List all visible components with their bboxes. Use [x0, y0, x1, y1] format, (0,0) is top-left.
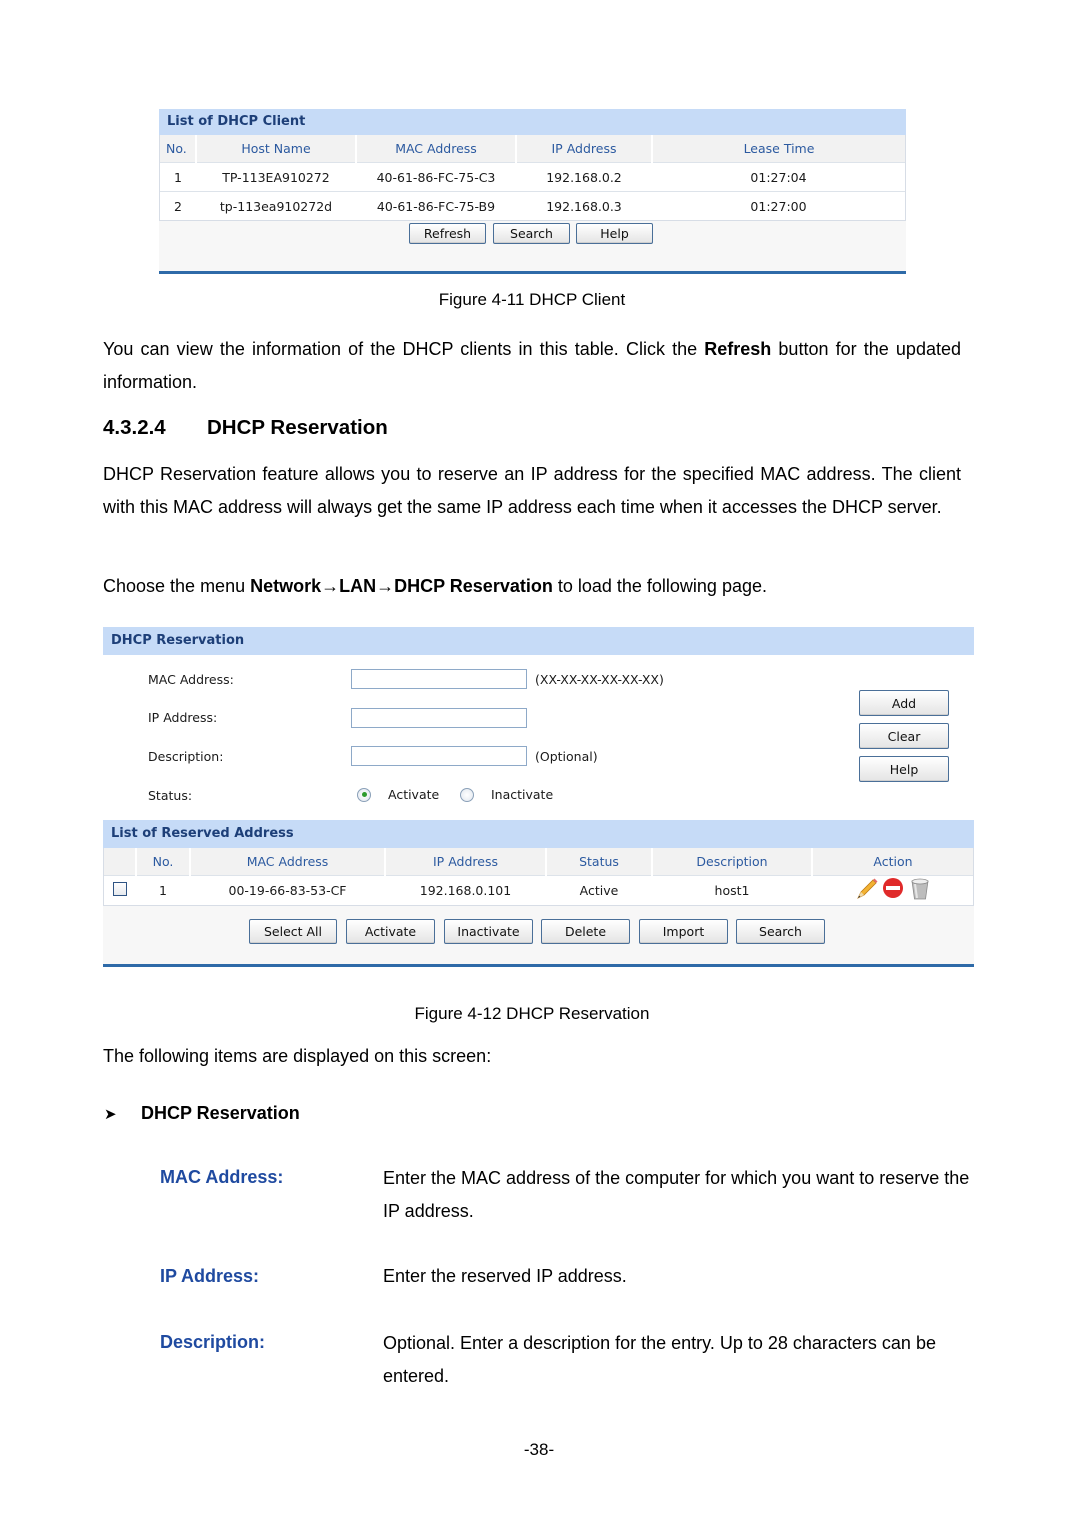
mac-format-hint: (XX-XX-XX-XX-XX-XX): [535, 672, 664, 687]
cell-description: host1: [652, 875, 812, 905]
cell-no: 1: [136, 875, 190, 905]
menu-path: Network→LAN→DHCP Reservation: [250, 576, 553, 596]
activate-button[interactable]: Activate: [346, 919, 435, 944]
radio-selected-icon[interactable]: [357, 787, 371, 802]
paragraph: You can view the information of the DHCP…: [103, 339, 961, 392]
edit-pencil-icon[interactable]: [856, 878, 878, 899]
definition-ip-address: Enter the reserved IP address.: [383, 1266, 627, 1286]
cell-lease: 01:27:00: [652, 191, 905, 220]
ip-label: IP Address:: [148, 710, 218, 725]
import-button[interactable]: Import: [639, 919, 728, 944]
cell-no: 1: [160, 162, 196, 192]
paragraph: DHCP Reservation feature allows you to r…: [103, 464, 961, 517]
cell-ip: 192.168.0.101: [385, 875, 546, 905]
cell-lease: 01:27:04: [652, 162, 905, 192]
column-header: Host Name: [196, 135, 357, 163]
status-inactivate-option[interactable]: Inactivate: [460, 786, 553, 802]
dhcp-reservation-panel: DHCP Reservation MAC Address: (XX-XX-XX-…: [103, 627, 974, 972]
figure-caption: Figure 4-12 DHCP Reservation: [414, 1004, 650, 1023]
search-button[interactable]: Search: [493, 223, 570, 244]
bullet-heading: ➤ DHCP Reservation: [104, 1103, 300, 1123]
column-header: Status: [546, 848, 653, 876]
refresh-button[interactable]: Refresh: [409, 223, 486, 244]
disable-icon[interactable]: [882, 878, 903, 898]
cell-no: 2: [160, 191, 196, 220]
add-button[interactable]: Add: [859, 690, 949, 716]
page-number: -38-: [523, 1440, 555, 1459]
list-title: List of Reserved Address: [103, 820, 974, 848]
term-mac-address: MAC Address:: [160, 1167, 284, 1187]
form-title: DHCP Reservation: [103, 627, 974, 655]
cell-actions: [812, 875, 973, 905]
row-action-icons: [856, 878, 928, 900]
description-input[interactable]: [351, 746, 527, 766]
column-header: [104, 848, 137, 876]
ip-address-input[interactable]: [351, 708, 527, 728]
reserved-address-table: No. MAC Address IP Address Status Descri…: [104, 848, 973, 905]
dhcp-client-table: No. Host Name MAC Address IP Address Lea…: [160, 135, 905, 220]
cell-ip: 192.168.0.3: [516, 191, 652, 220]
section-title: DHCP Reservation: [207, 416, 388, 439]
description-label: Description:: [148, 749, 224, 764]
column-header: IP Address: [516, 135, 653, 163]
section-heading: 4.3.2.4 DHCP Reservation: [103, 416, 388, 440]
cell-mac: 40-61-86-FC-75-C3: [356, 162, 516, 192]
table-row: 1 00-19-66-83-53-CF 192.168.0.101 Active…: [104, 875, 973, 905]
cell-host: tp-113ea910272d: [196, 191, 356, 220]
cell-status: Active: [546, 875, 652, 905]
select-all-button[interactable]: Select All: [249, 919, 337, 944]
section-number: 4.3.2.4: [103, 416, 166, 439]
radio-unselected-icon[interactable]: [460, 787, 474, 802]
figure-caption: Figure 4-11 DHCP Client: [438, 290, 626, 309]
table-row: 1 TP-113EA910272 40-61-86-FC-75-C3 192.1…: [160, 162, 905, 192]
help-button[interactable]: Help: [576, 223, 653, 244]
mac-label: MAC Address:: [148, 672, 234, 687]
column-header: MAC Address: [190, 848, 386, 876]
bold-refresh: Refresh: [704, 339, 772, 359]
status-activate-option[interactable]: Activate: [357, 786, 439, 802]
definition-description: Optional. Enter a description for the en…: [383, 1333, 936, 1386]
cell-mac: 00-19-66-83-53-CF: [190, 875, 385, 905]
term-ip-address: IP Address:: [160, 1266, 260, 1286]
help-button[interactable]: Help: [859, 756, 949, 782]
mac-address-input[interactable]: [351, 669, 527, 689]
paragraph: The following items are displayed on thi…: [103, 1046, 492, 1066]
column-header: No.: [160, 135, 197, 163]
inactivate-button[interactable]: Inactivate: [444, 919, 533, 944]
search-button[interactable]: Search: [736, 919, 825, 944]
column-header: IP Address: [385, 848, 547, 876]
column-header: No.: [136, 848, 191, 876]
paragraph: Choose the menu Network→LAN→DHCP Reserva…: [103, 576, 767, 596]
delete-button[interactable]: Delete: [541, 919, 630, 944]
column-header: Action: [812, 848, 973, 876]
arrow-bullet-icon: ➤: [104, 1106, 117, 1123]
dhcp-client-panel: List of DHCP Client No. Host Name MAC Ad…: [159, 109, 906, 274]
term-description: Description:: [160, 1332, 266, 1352]
delete-trash-icon[interactable]: [911, 878, 928, 900]
table-row: 2 tp-113ea910272d 40-61-86-FC-75-B9 192.…: [160, 191, 905, 220]
column-header: MAC Address: [356, 135, 517, 163]
optional-hint: (Optional): [535, 749, 598, 764]
status-label: Status:: [148, 788, 193, 803]
cell-ip: 192.168.0.2: [516, 162, 652, 192]
panel-title: List of DHCP Client: [159, 109, 906, 135]
row-checkbox[interactable]: [113, 882, 127, 896]
cell-host: TP-113EA910272: [196, 162, 356, 192]
cell-mac: 40-61-86-FC-75-B9: [356, 191, 516, 220]
definition-mac-address: Enter the MAC address of the computer fo…: [383, 1168, 970, 1221]
clear-button[interactable]: Clear: [859, 723, 949, 749]
divider: [103, 964, 974, 967]
divider: [159, 271, 906, 274]
column-header: Description: [652, 848, 813, 876]
column-header: Lease Time: [652, 135, 905, 163]
